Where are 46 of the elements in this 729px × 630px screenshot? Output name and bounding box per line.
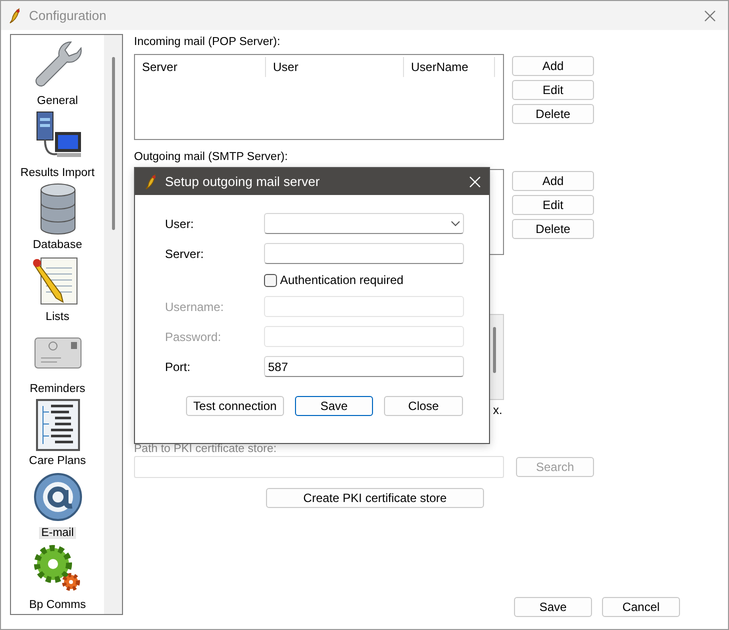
footer-button[interactable]: Cancel bbox=[602, 597, 680, 617]
checkbox[interactable] bbox=[264, 274, 277, 286]
window-title: Configuration bbox=[29, 8, 108, 23]
list-button[interactable]: Add bbox=[512, 56, 594, 76]
input-field[interactable] bbox=[264, 326, 464, 347]
footer-button[interactable]: Save bbox=[514, 597, 592, 617]
checkbox-label: Authentication required bbox=[280, 273, 404, 287]
sidebar-item[interactable]: Lists bbox=[44, 311, 72, 323]
list-button[interactable]: Edit bbox=[512, 80, 594, 100]
section-label: Outgoing mail (SMTP Server): bbox=[134, 151, 289, 163]
list-button[interactable]: Delete bbox=[512, 219, 594, 239]
chevron-down-icon bbox=[451, 220, 460, 226]
field-label: Password: bbox=[165, 330, 222, 344]
close-icon[interactable] bbox=[704, 10, 716, 22]
sidebar-item[interactable]: Results Import bbox=[18, 167, 97, 179]
sidebar-item[interactable]: E-mail bbox=[39, 527, 76, 539]
sidebar-item[interactable]: Care Plans bbox=[27, 455, 88, 467]
field-label: User: bbox=[165, 216, 195, 230]
section-label: Incoming mail (POP Server): bbox=[134, 36, 282, 48]
sidebar-item[interactable]: General bbox=[35, 95, 80, 107]
dialog-button[interactable]: Test connection bbox=[186, 396, 284, 416]
sidebar-item[interactable]: Reminders bbox=[28, 383, 88, 395]
dropdown[interactable] bbox=[264, 213, 464, 234]
column-header[interactable]: User bbox=[266, 57, 404, 77]
server-list[interactable]: Server User UserName bbox=[134, 54, 504, 140]
input-field[interactable]: 587 bbox=[264, 356, 464, 377]
dialog-button[interactable]: Save bbox=[295, 396, 373, 416]
column-header[interactable]: UserName bbox=[404, 57, 495, 77]
path-field[interactable] bbox=[134, 456, 504, 478]
dialog-button[interactable]: Close bbox=[384, 396, 463, 416]
field-label: Port: bbox=[165, 360, 192, 374]
input-field[interactable] bbox=[264, 296, 464, 317]
text-fragment: x. bbox=[493, 403, 502, 417]
field-label: Path to PKI certificate store: bbox=[134, 443, 278, 455]
column-header[interactable]: Server bbox=[135, 57, 266, 77]
input-field[interactable] bbox=[264, 243, 464, 264]
dialog-title: Setup outgoing mail server bbox=[165, 174, 321, 189]
scrollbar[interactable] bbox=[104, 35, 122, 614]
field-label: Server: bbox=[165, 246, 205, 260]
sidebar-item[interactable]: Database bbox=[30, 239, 84, 251]
list-button[interactable]: Edit bbox=[512, 195, 594, 215]
list-button[interactable]: Add bbox=[512, 171, 594, 191]
create-store-button[interactable]: Create PKI certificate store bbox=[266, 488, 484, 508]
list-button[interactable]: Delete bbox=[512, 104, 594, 124]
sidebar-item[interactable]: Bp Comms bbox=[27, 599, 88, 611]
field-label: Username: bbox=[165, 300, 225, 314]
